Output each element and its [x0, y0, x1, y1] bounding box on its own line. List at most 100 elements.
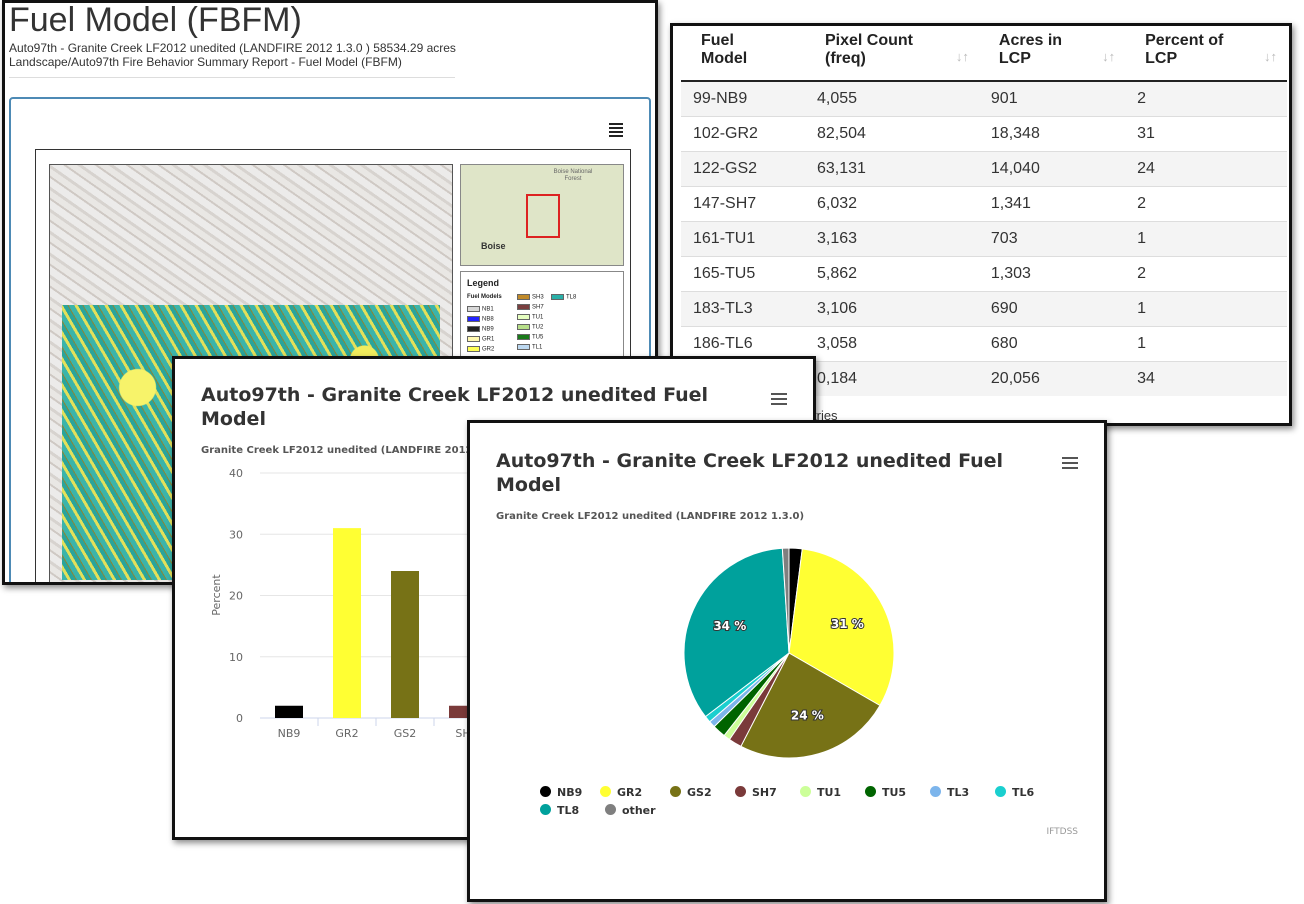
- table-row[interactable]: 147-SH7 6,032 1,341 2: [681, 186, 1287, 222]
- table-row[interactable]: 183-TL3 3,106 690 1: [681, 291, 1287, 327]
- legend-item: GR1: [467, 336, 494, 343]
- report-subtitle-1: Auto97th - Granite Creek LF2012 unedited…: [9, 41, 456, 55]
- table-cell: 690: [978, 291, 1126, 327]
- legend-item: SH3: [517, 294, 544, 301]
- legend-label: NB8: [482, 316, 494, 323]
- table-cell: 3,163: [805, 221, 979, 257]
- x-tick-label: GR2: [335, 727, 358, 740]
- sort-icon[interactable]: ↓↑: [1264, 48, 1277, 66]
- legend-label: TU5: [882, 786, 907, 799]
- legend-item[interactable]: NB9: [540, 786, 582, 799]
- table-cell: 1,303: [978, 256, 1126, 292]
- legend-item[interactable]: TL3: [930, 786, 969, 799]
- legend-item[interactable]: TL8: [540, 804, 579, 817]
- table-cell: 0,184: [805, 361, 979, 396]
- legend-item: SH7: [517, 304, 544, 311]
- legend-label: TU5: [532, 334, 544, 341]
- chart-credit[interactable]: IFTDSS: [1046, 827, 1078, 837]
- table-cell: 122-GS2: [681, 151, 805, 187]
- column-header[interactable]: Fuel Model: [681, 30, 805, 82]
- table-cell: 82,504: [805, 116, 979, 152]
- legend-dot: [540, 804, 551, 815]
- column-header[interactable]: Acres in LCP ↓↑: [978, 30, 1126, 82]
- table-cell: 2: [1125, 80, 1287, 117]
- chart-menu-icon[interactable]: [1062, 457, 1078, 472]
- table-row[interactable]: 122-GS2 63,131 14,040 24: [681, 151, 1287, 187]
- table-cell: 20,056: [978, 361, 1126, 396]
- locator-map: Boise National Forest Boise: [460, 164, 624, 266]
- legend-label: SH7: [752, 786, 777, 799]
- legend-dot: [540, 786, 551, 797]
- table-cell: 2: [1125, 186, 1287, 222]
- legend-item[interactable]: TU5: [865, 786, 906, 799]
- table-cell: 165-TU5: [681, 256, 805, 292]
- table-cell: 18,348: [978, 116, 1126, 152]
- sort-icon[interactable]: ↓↑: [1102, 48, 1115, 66]
- legend-item[interactable]: TU1: [800, 786, 841, 799]
- inset-city-label: Boise: [481, 241, 506, 251]
- legend-label: GS2: [687, 786, 712, 799]
- pie-chart-subtitle: Granite Creek LF2012 unedited (LANDFIRE …: [496, 511, 805, 522]
- table-cell: 1: [1125, 326, 1287, 362]
- y-tick-label: 40: [229, 467, 243, 480]
- legend-label: NB1: [482, 306, 494, 313]
- extent-box: [526, 194, 560, 238]
- table-cell: 183-TL3: [681, 291, 805, 327]
- legend-label: TU1: [817, 786, 842, 799]
- legend-swatch: [467, 316, 480, 322]
- legend-label: SH3: [532, 294, 544, 301]
- legend-label: TL8: [566, 294, 577, 301]
- legend-label: TU1: [532, 314, 544, 321]
- legend-item: TL8: [551, 294, 576, 301]
- legend-swatch: [467, 346, 480, 352]
- table-cell: 901: [978, 80, 1126, 117]
- table-row[interactable]: 165-TU5 5,862 1,303 2: [681, 256, 1287, 292]
- hamburger-icon[interactable]: [609, 123, 623, 139]
- pie-data-label: 24 %: [791, 708, 824, 722]
- table-cell: 4,055: [805, 80, 979, 117]
- legend-dot: [670, 786, 681, 797]
- legend-title: Legend: [467, 278, 500, 288]
- legend-item[interactable]: GS2: [670, 786, 712, 799]
- table-cell: 5,862: [805, 256, 979, 292]
- sort-icon[interactable]: ↓↑: [956, 48, 969, 66]
- page-title: Fuel Model (FBFM): [9, 1, 302, 39]
- table-cell: 31: [1125, 116, 1287, 152]
- legend-swatch: [517, 304, 530, 310]
- table-row[interactable]: 99-NB9 4,055 901 2: [681, 80, 1287, 117]
- pie-data-label: 31 %: [831, 617, 864, 631]
- table-cell: 161-TU1: [681, 221, 805, 257]
- legend-label: TU2: [532, 324, 544, 331]
- bar[interactable]: [275, 705, 303, 718]
- pie-chart-panel: Auto97th - Granite Creek LF2012 unedited…: [467, 420, 1107, 902]
- table-cell: 3,058: [805, 326, 979, 362]
- legend-item[interactable]: TL6: [995, 786, 1034, 799]
- legend-item[interactable]: SH7: [735, 786, 777, 799]
- x-tick-label: NB9: [278, 727, 301, 740]
- column-header[interactable]: Percent of LCP ↓↑: [1125, 30, 1287, 82]
- legend-dot: [605, 804, 616, 815]
- legend-group: Fuel Models: [467, 294, 502, 300]
- bar[interactable]: [333, 528, 361, 718]
- bar[interactable]: [391, 571, 419, 718]
- table-row[interactable]: 102-GR2 82,504 18,348 31: [681, 116, 1287, 152]
- legend-item: TU5: [517, 334, 543, 341]
- table-cell: 6,032: [805, 186, 979, 222]
- legend-swatch: [551, 294, 564, 300]
- table-cell: 99-NB9: [681, 80, 805, 117]
- legend-item[interactable]: GR2: [600, 786, 642, 799]
- legend-label: TL6: [1012, 786, 1035, 799]
- legend-label: TL3: [947, 786, 970, 799]
- table-cell: 703: [978, 221, 1126, 257]
- legend-swatch: [517, 324, 530, 330]
- legend-swatch: [517, 334, 530, 340]
- column-header[interactable]: Pixel Count (freq) ↓↑: [805, 30, 979, 82]
- legend-dot: [865, 786, 876, 797]
- table-cell: 1,341: [978, 186, 1126, 222]
- table-cell: 1: [1125, 221, 1287, 257]
- table-cell: 2: [1125, 256, 1287, 292]
- table-cell: 63,131: [805, 151, 979, 187]
- legend-swatch: [467, 326, 480, 332]
- table-row[interactable]: 161-TU1 3,163 703 1: [681, 221, 1287, 257]
- legend-item[interactable]: other: [605, 804, 656, 817]
